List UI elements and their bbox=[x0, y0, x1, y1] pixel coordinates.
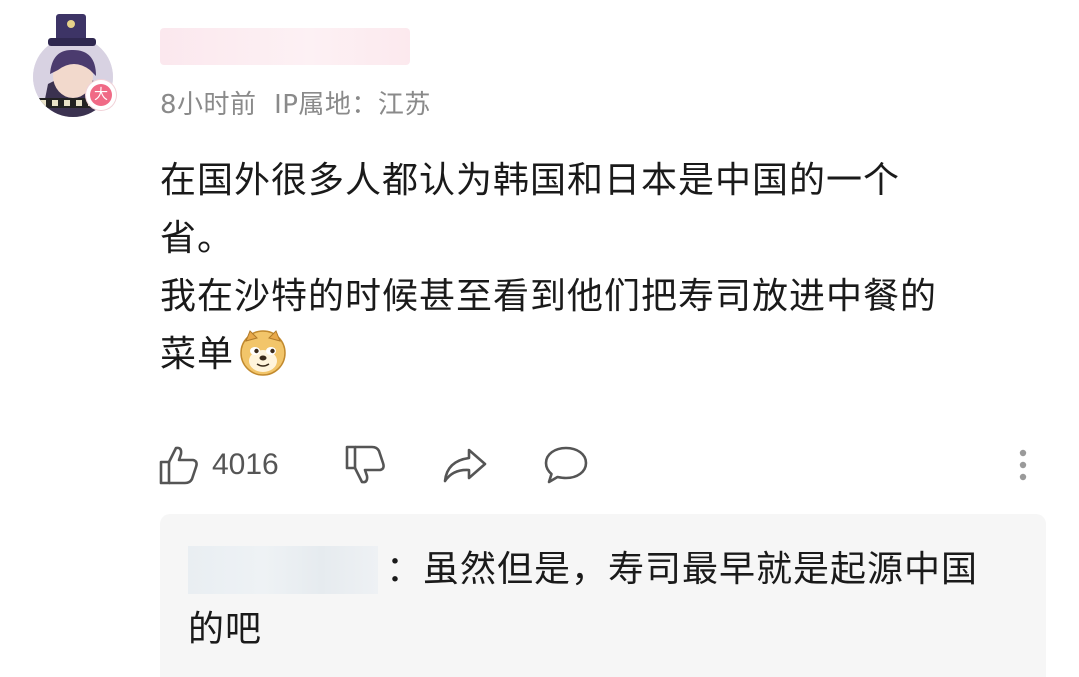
comment-meta: 8小时前 IP属地：江苏 bbox=[160, 90, 431, 120]
more-options-button[interactable] bbox=[1008, 445, 1038, 485]
doge-icon bbox=[238, 327, 288, 377]
comment-content: 在国外很多人都认为韩国和日本是中国的一个 省。 我在沙特的时候甚至看到他们把寿司… bbox=[160, 152, 1040, 384]
username-redacted[interactable] bbox=[160, 28, 410, 65]
content-line: 省。 bbox=[160, 218, 235, 259]
dislike-button[interactable] bbox=[344, 440, 388, 490]
level-badge: 大 bbox=[86, 80, 116, 110]
share-button[interactable] bbox=[441, 440, 489, 490]
comment-bubble-icon bbox=[544, 446, 588, 484]
thumbs-up-icon bbox=[159, 446, 198, 485]
reply-button[interactable] bbox=[543, 440, 589, 490]
content-line-text: 菜单 bbox=[160, 334, 235, 375]
reply-text-line1: ：虽然但是，寿司最早就是起源中国 bbox=[386, 549, 979, 590]
reply-text: ：虽然但是，寿司最早就是起源中国 的吧 bbox=[188, 540, 1018, 660]
share-icon bbox=[443, 448, 487, 483]
like-button[interactable]: 4016 bbox=[158, 440, 279, 490]
content-line-last: 菜单 bbox=[160, 326, 1040, 384]
like-count: 4016 bbox=[212, 448, 279, 481]
content-line: 在国外很多人都认为韩国和日本是中国的一个 bbox=[160, 160, 901, 201]
content-line: 我在沙特的时候甚至看到他们把寿司放进中餐的 bbox=[160, 276, 938, 317]
reply-text-line2: 的吧 bbox=[188, 609, 263, 650]
thumbs-down-icon bbox=[345, 445, 385, 484]
more-vertical-icon bbox=[1019, 449, 1027, 481]
level-badge-label: 大 bbox=[90, 84, 112, 106]
